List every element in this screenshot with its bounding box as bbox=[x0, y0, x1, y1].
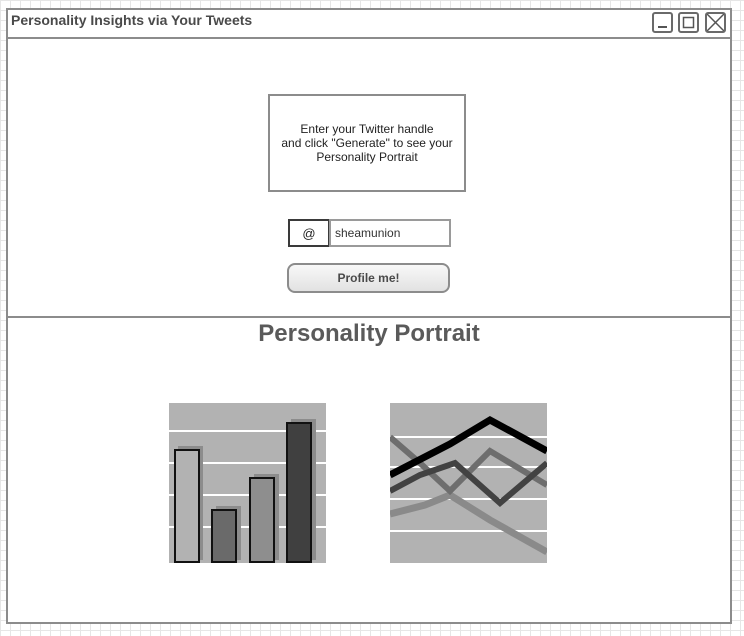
maximize-icon bbox=[682, 16, 695, 29]
at-sign-label: @ bbox=[288, 219, 330, 247]
bar-chart-icon bbox=[169, 403, 326, 563]
portrait-title: Personality Portrait bbox=[258, 320, 480, 347]
profile-me-button[interactable]: Profile me! bbox=[287, 263, 450, 293]
instructions-text: Enter your Twitter handle and click "Gen… bbox=[268, 94, 466, 192]
close-button[interactable] bbox=[705, 12, 726, 33]
minimize-button[interactable] bbox=[652, 12, 673, 33]
line-chart-icon bbox=[390, 403, 547, 563]
maximize-button[interactable] bbox=[678, 12, 699, 33]
twitter-handle-input[interactable] bbox=[329, 219, 451, 247]
input-panel: Enter your Twitter handle and click "Gen… bbox=[8, 39, 730, 316]
close-icon bbox=[707, 14, 724, 31]
portrait-panel: Personality Portrait bbox=[8, 318, 730, 622]
title-bar: Personality Insights via Your Tweets bbox=[8, 10, 730, 39]
app-window: Personality Insights via Your Tweets Ent… bbox=[6, 8, 732, 624]
minimize-icon bbox=[658, 26, 667, 28]
window-title: Personality Insights via Your Tweets bbox=[11, 12, 253, 28]
